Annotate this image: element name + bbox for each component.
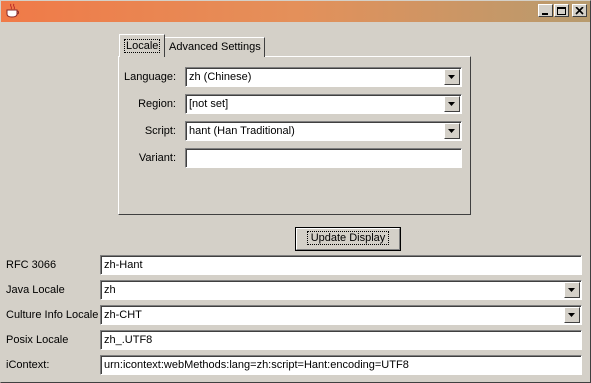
java-locale-combobox[interactable]: zh (100, 280, 582, 300)
region-value: [not set] (189, 98, 229, 110)
chevron-down-icon (448, 75, 455, 79)
minimize-icon (542, 13, 548, 15)
region-combobox[interactable]: [not set] (185, 94, 462, 114)
script-combobox[interactable]: hant (Han Traditional) (185, 121, 462, 141)
language-combobox[interactable]: zh (Chinese) (185, 67, 462, 87)
tab-locale[interactable]: Locale (119, 34, 166, 57)
chevron-down-icon (448, 102, 455, 106)
java-locale-label: Java Locale (6, 284, 65, 296)
maximize-icon (557, 7, 566, 15)
culture-info-locale-label: Culture Info Locale (6, 309, 99, 321)
java-coffee-cup-icon[interactable] (5, 3, 20, 18)
region-dropdown-button[interactable] (444, 96, 460, 112)
update-display-button[interactable]: Update Display (295, 227, 401, 251)
java-locale-value: zh (104, 284, 116, 296)
rfc-3066-label: RFC 3066 (6, 259, 57, 271)
posix-locale-label: Posix Locale (6, 334, 69, 346)
rfc-3066-field[interactable]: zh-Hant (100, 255, 582, 275)
title-bar[interactable] (1, 1, 590, 22)
tab-advanced-settings[interactable]: Advanced Settings (164, 37, 265, 57)
minimize-button[interactable] (538, 4, 553, 17)
java-locale-dropdown-button[interactable] (564, 282, 580, 298)
script-dropdown-button[interactable] (444, 123, 460, 139)
tab-locale-label: Locale (124, 39, 161, 53)
chevron-down-icon (568, 288, 575, 292)
chevron-down-icon (568, 313, 575, 317)
language-label: Language: (124, 71, 176, 83)
variant-label: Variant: (138, 152, 176, 164)
chevron-down-icon (448, 129, 455, 133)
update-display-label: Update Display (306, 231, 390, 245)
icontext-field[interactable]: urn:icontext:webMethods:lang=zh:script=H… (100, 355, 582, 375)
language-dropdown-button[interactable] (444, 69, 460, 85)
script-label: Script: (144, 125, 176, 137)
language-value: zh (Chinese) (189, 71, 252, 83)
variant-input[interactable] (185, 148, 462, 168)
close-icon (575, 7, 584, 15)
culture-info-locale-value: zh-CHT (104, 309, 142, 321)
region-label: Region: (138, 98, 176, 110)
posix-locale-field[interactable]: zh_.UTF8 (100, 330, 582, 350)
close-button[interactable] (572, 4, 587, 17)
tab-advanced-settings-label: Advanced Settings (169, 41, 261, 53)
icontext-label: iContext: (6, 359, 50, 371)
script-value: hant (Han Traditional) (189, 125, 295, 137)
maximize-button[interactable] (554, 4, 569, 17)
culture-info-locale-dropdown-button[interactable] (564, 307, 580, 323)
culture-info-locale-combobox[interactable]: zh-CHT (100, 305, 582, 325)
